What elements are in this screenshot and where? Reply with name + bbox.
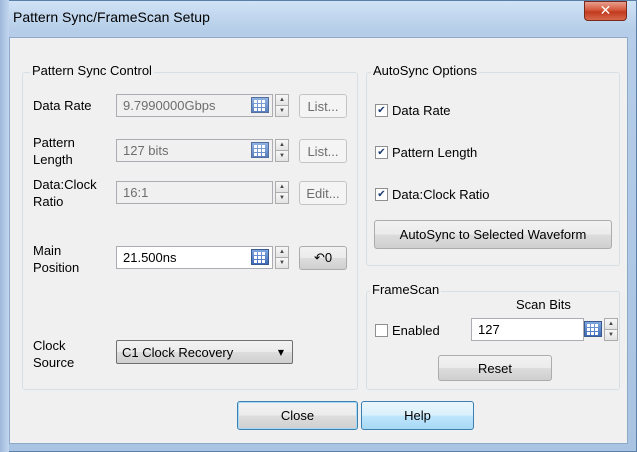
pattern-length-spinner[interactable]: ▲ ▼ xyxy=(275,139,289,162)
data-clock-ratio-label-line1: Data:Clock xyxy=(33,177,97,192)
clock-source-label-line2: Source xyxy=(33,355,75,370)
spin-down-icon[interactable]: ▼ xyxy=(276,257,288,268)
spin-up-icon[interactable]: ▲ xyxy=(276,182,288,192)
autosync-pattern-length-label: Pattern Length xyxy=(392,145,478,160)
spin-down-icon[interactable]: ▼ xyxy=(276,105,288,116)
pattern-length-label-line2: Length xyxy=(33,152,73,167)
calculator-icon[interactable] xyxy=(251,97,269,113)
main-position-input[interactable]: 21.500ns xyxy=(116,246,273,269)
clock-source-dropdown[interactable]: C1 Clock Recovery ▼ xyxy=(116,340,293,364)
spin-down-icon[interactable]: ▼ xyxy=(605,329,617,340)
autosync-data-rate-checkbox[interactable] xyxy=(375,104,388,117)
close-button[interactable]: Close xyxy=(237,401,358,430)
autosync-data-rate-label: Data Rate xyxy=(392,103,451,118)
autosync-to-selected-waveform-button[interactable]: AutoSync to Selected Waveform xyxy=(374,220,612,249)
window-title: Pattern Sync/FrameScan Setup xyxy=(13,9,210,25)
autosync-data-clock-ratio-label: Data:Clock Ratio xyxy=(392,187,490,202)
main-position-spinner[interactable]: ▲ ▼ xyxy=(275,246,289,269)
framescan-title: FrameScan xyxy=(370,282,442,297)
spin-up-icon[interactable]: ▲ xyxy=(605,319,617,329)
autosync-data-clock-ratio-checkbox[interactable] xyxy=(375,188,388,201)
data-rate-list-button[interactable]: List... xyxy=(299,94,347,118)
pattern-sync-title: Pattern Sync Control xyxy=(30,63,154,78)
framescan-enabled-checkbox[interactable] xyxy=(375,324,388,337)
scan-bits-label: Scan Bits xyxy=(516,297,571,312)
spin-up-icon[interactable]: ▲ xyxy=(276,95,288,105)
main-position-label-line1: Main xyxy=(33,243,62,258)
data-clock-ratio-input[interactable]: 16:1 xyxy=(116,181,273,204)
calculator-icon[interactable] xyxy=(251,142,269,158)
data-rate-input[interactable]: 9.7990000Gbps xyxy=(116,94,273,117)
close-icon: ✕ xyxy=(599,3,612,19)
autosync-pattern-length-checkbox[interactable] xyxy=(375,146,388,159)
clock-source-label-line1: Clock xyxy=(33,338,66,353)
data-rate-spinner[interactable]: ▲ ▼ xyxy=(275,94,289,117)
data-rate-label: Data Rate xyxy=(33,98,92,113)
spin-up-icon[interactable]: ▲ xyxy=(276,140,288,150)
close-window-button[interactable]: ✕ xyxy=(584,1,627,21)
spin-down-icon[interactable]: ▼ xyxy=(276,192,288,203)
calculator-icon[interactable] xyxy=(584,321,602,337)
autosync-title: AutoSync Options xyxy=(371,63,480,78)
framescan-reset-button[interactable]: Reset xyxy=(438,355,552,381)
main-position-reset-zero-button[interactable]: ↶0 xyxy=(299,246,347,270)
pattern-length-input[interactable]: 127 bits xyxy=(116,139,273,162)
chevron-down-icon: ▼ xyxy=(277,347,284,357)
scan-bits-spinner[interactable]: ▲ ▼ xyxy=(604,318,618,341)
main-position-label-line2: Position xyxy=(33,260,80,275)
spin-up-icon[interactable]: ▲ xyxy=(276,247,288,257)
data-clock-ratio-edit-button[interactable]: Edit... xyxy=(299,181,347,205)
pattern-length-list-button[interactable]: List... xyxy=(299,139,347,163)
data-clock-ratio-spinner[interactable]: ▲ ▼ xyxy=(275,181,289,204)
window-left-edge xyxy=(0,0,9,452)
scan-bits-input[interactable]: 127 xyxy=(471,318,584,341)
pattern-length-label-line1: Pattern xyxy=(33,135,75,150)
calculator-icon[interactable] xyxy=(251,249,269,265)
framescan-enabled-label: Enabled xyxy=(392,323,440,338)
spin-down-icon[interactable]: ▼ xyxy=(276,150,288,161)
clock-source-selected: C1 Clock Recovery xyxy=(122,344,234,360)
help-button[interactable]: Help xyxy=(361,401,474,430)
data-clock-ratio-label-line2: Ratio xyxy=(33,194,64,209)
